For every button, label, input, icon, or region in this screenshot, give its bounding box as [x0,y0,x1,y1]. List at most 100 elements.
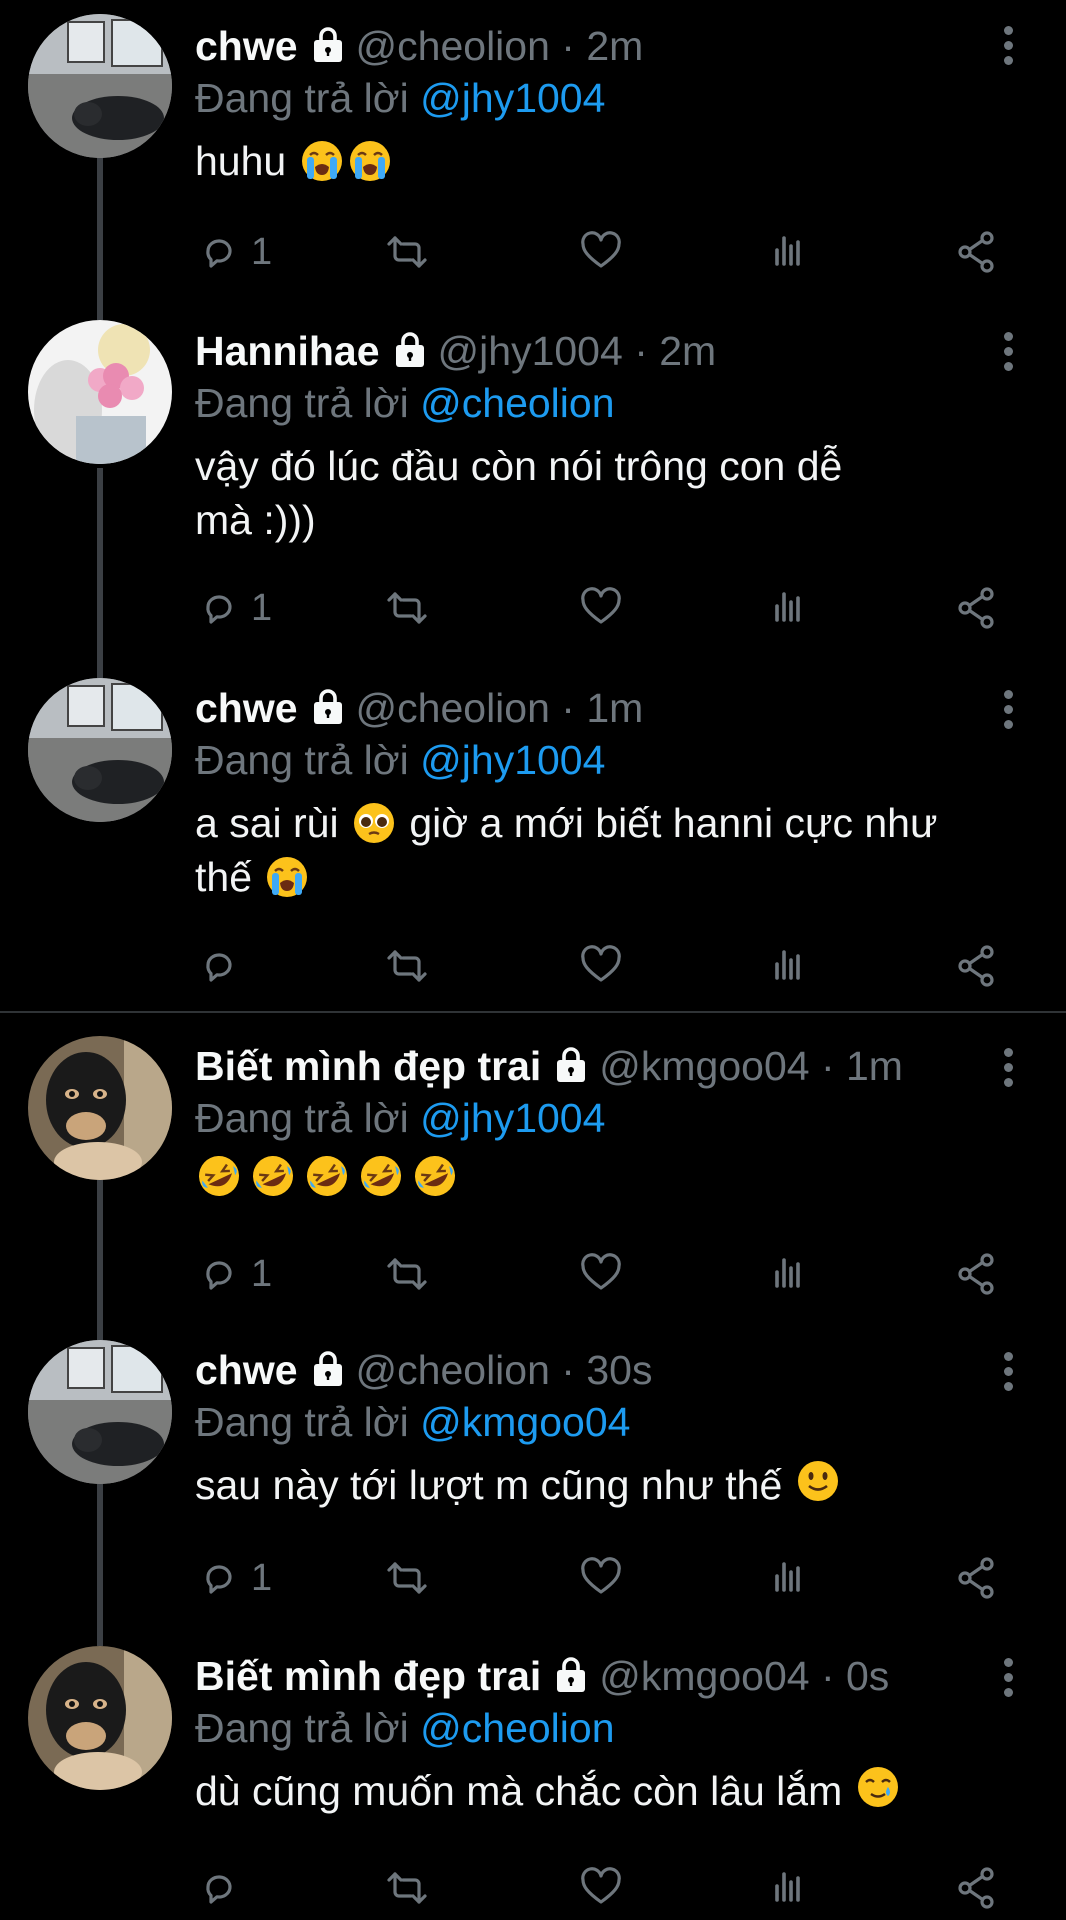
reply-context: Đang trả lời @jhy1004 [195,734,1006,786]
tweet-text: a sai rùi giờ a mới biết hanni cực như t… [195,796,1006,904]
reply-button[interactable]: 1 [195,1250,272,1298]
mention-link[interactable]: @jhy1004 [420,1095,605,1141]
tweet-text: vậy đó lúc đầu còn nói trông con dễ mà :)… [195,439,1006,547]
retweet-icon [387,950,427,982]
timestamp[interactable]: 2m [586,23,643,69]
display-name[interactable]: Hannihae [195,328,380,374]
avatar[interactable] [28,1036,172,1180]
rolling-on-floor-laughing-emoji [251,1154,301,1204]
share-icon [958,1253,994,1295]
like-icon [581,1867,621,1904]
more-icon[interactable] [1004,690,1016,735]
like-icon [581,231,621,268]
share-button[interactable] [953,1554,1001,1602]
timestamp[interactable]: 1m [586,685,643,731]
views-button[interactable] [765,1554,813,1602]
loudly-crying-face-emoji [266,855,309,899]
like-button[interactable] [577,1250,625,1298]
reply-icon [206,239,232,268]
more-icon[interactable] [1004,1352,1016,1397]
share-button[interactable] [953,1864,1001,1912]
share-button[interactable] [953,1250,1001,1298]
reply-context: Đang trả lời @jhy1004 [195,72,1006,124]
user-handle[interactable]: @kmgoo04 [599,1653,809,1699]
display-name[interactable]: Biết mình đẹp trai [195,1043,541,1089]
like-icon [581,945,621,982]
thread-divider [0,1011,1066,1013]
avatar-chwe-image [28,1340,172,1484]
tweet-text: sau này tới lượt m cũng như thế [195,1458,1006,1512]
like-button[interactable] [577,942,625,990]
user-handle[interactable]: @kmgoo04 [599,1043,809,1089]
views-button[interactable] [765,584,813,632]
more-icon[interactable] [1004,332,1016,377]
display-name[interactable]: Biết mình đẹp trai [195,1653,541,1699]
like-button[interactable] [577,228,625,276]
avatar-kmgoo-image [28,1036,172,1180]
avatar[interactable] [28,14,172,158]
share-button[interactable] [953,942,1001,990]
thread-line [97,152,103,320]
timestamp[interactable]: 30s [586,1347,652,1393]
views-button[interactable] [765,942,813,990]
like-button[interactable] [577,1864,625,1912]
views-button[interactable] [765,228,813,276]
mention-link[interactable]: @cheolion [420,380,614,426]
share-button[interactable] [953,584,1001,632]
timestamp[interactable]: 2m [659,328,716,374]
like-icon [581,1253,621,1290]
retweet-button[interactable] [383,228,431,276]
timestamp[interactable]: 0s [846,1653,889,1699]
user-handle[interactable]: @jhy1004 [438,328,623,374]
reply-button[interactable]: 1 [195,228,272,276]
retweet-button[interactable] [383,1864,431,1912]
retweet-button[interactable] [383,942,431,990]
tweet-header: chwe @cheolion · 2m [195,23,644,69]
reply-icon [206,1875,232,1904]
views-button[interactable] [765,1864,813,1912]
more-icon[interactable] [1004,1048,1016,1093]
display-name[interactable]: chwe [195,1347,298,1393]
share-icon [958,231,994,273]
views-icon [775,1872,800,1902]
reply-button[interactable] [195,1864,243,1912]
mention-link[interactable]: @jhy1004 [420,737,605,783]
more-icon[interactable] [1004,26,1016,71]
tweet-text-line: sau này tới lượt m cũng như thế [195,1462,783,1508]
like-button[interactable] [577,584,625,632]
display-name[interactable]: chwe [195,685,298,731]
views-icon [775,592,800,622]
user-handle[interactable]: @cheolion [356,23,550,69]
tweet-text [195,1154,1006,1209]
like-button[interactable] [577,1554,625,1602]
avatar[interactable] [28,1646,172,1790]
reply-prefix: Đang trả lời [195,1705,409,1751]
timestamp[interactable]: 1m [846,1043,903,1089]
avatar[interactable] [28,1340,172,1484]
tweet-text-line: vậy đó lúc đầu còn nói trông con dễ [195,443,843,489]
action-bar: 1 [195,228,1005,276]
retweet-button[interactable] [383,584,431,632]
lock-icon [311,1351,344,1388]
reply-button[interactable]: 1 [195,1554,272,1602]
share-button[interactable] [953,228,1001,276]
avatar[interactable] [28,678,172,822]
thread-line [97,1484,103,1646]
action-bar: 1 [195,584,1005,632]
reply-count: 1 [251,586,273,629]
retweet-button[interactable] [383,1250,431,1298]
retweet-button[interactable] [383,1554,431,1602]
more-icon[interactable] [1004,1658,1016,1703]
mention-link[interactable]: @cheolion [420,1705,614,1751]
mention-link[interactable]: @kmgoo04 [420,1399,630,1445]
display-name[interactable]: chwe [195,23,298,69]
avatar[interactable] [28,320,172,464]
user-handle[interactable]: @cheolion [356,685,550,731]
reply-count: 1 [251,230,273,273]
views-button[interactable] [765,1250,813,1298]
reply-button[interactable]: 1 [195,584,272,632]
user-handle[interactable]: @cheolion [356,1347,550,1393]
reply-icon [206,1565,232,1594]
reply-button[interactable] [195,942,243,990]
mention-link[interactable]: @jhy1004 [420,75,605,121]
